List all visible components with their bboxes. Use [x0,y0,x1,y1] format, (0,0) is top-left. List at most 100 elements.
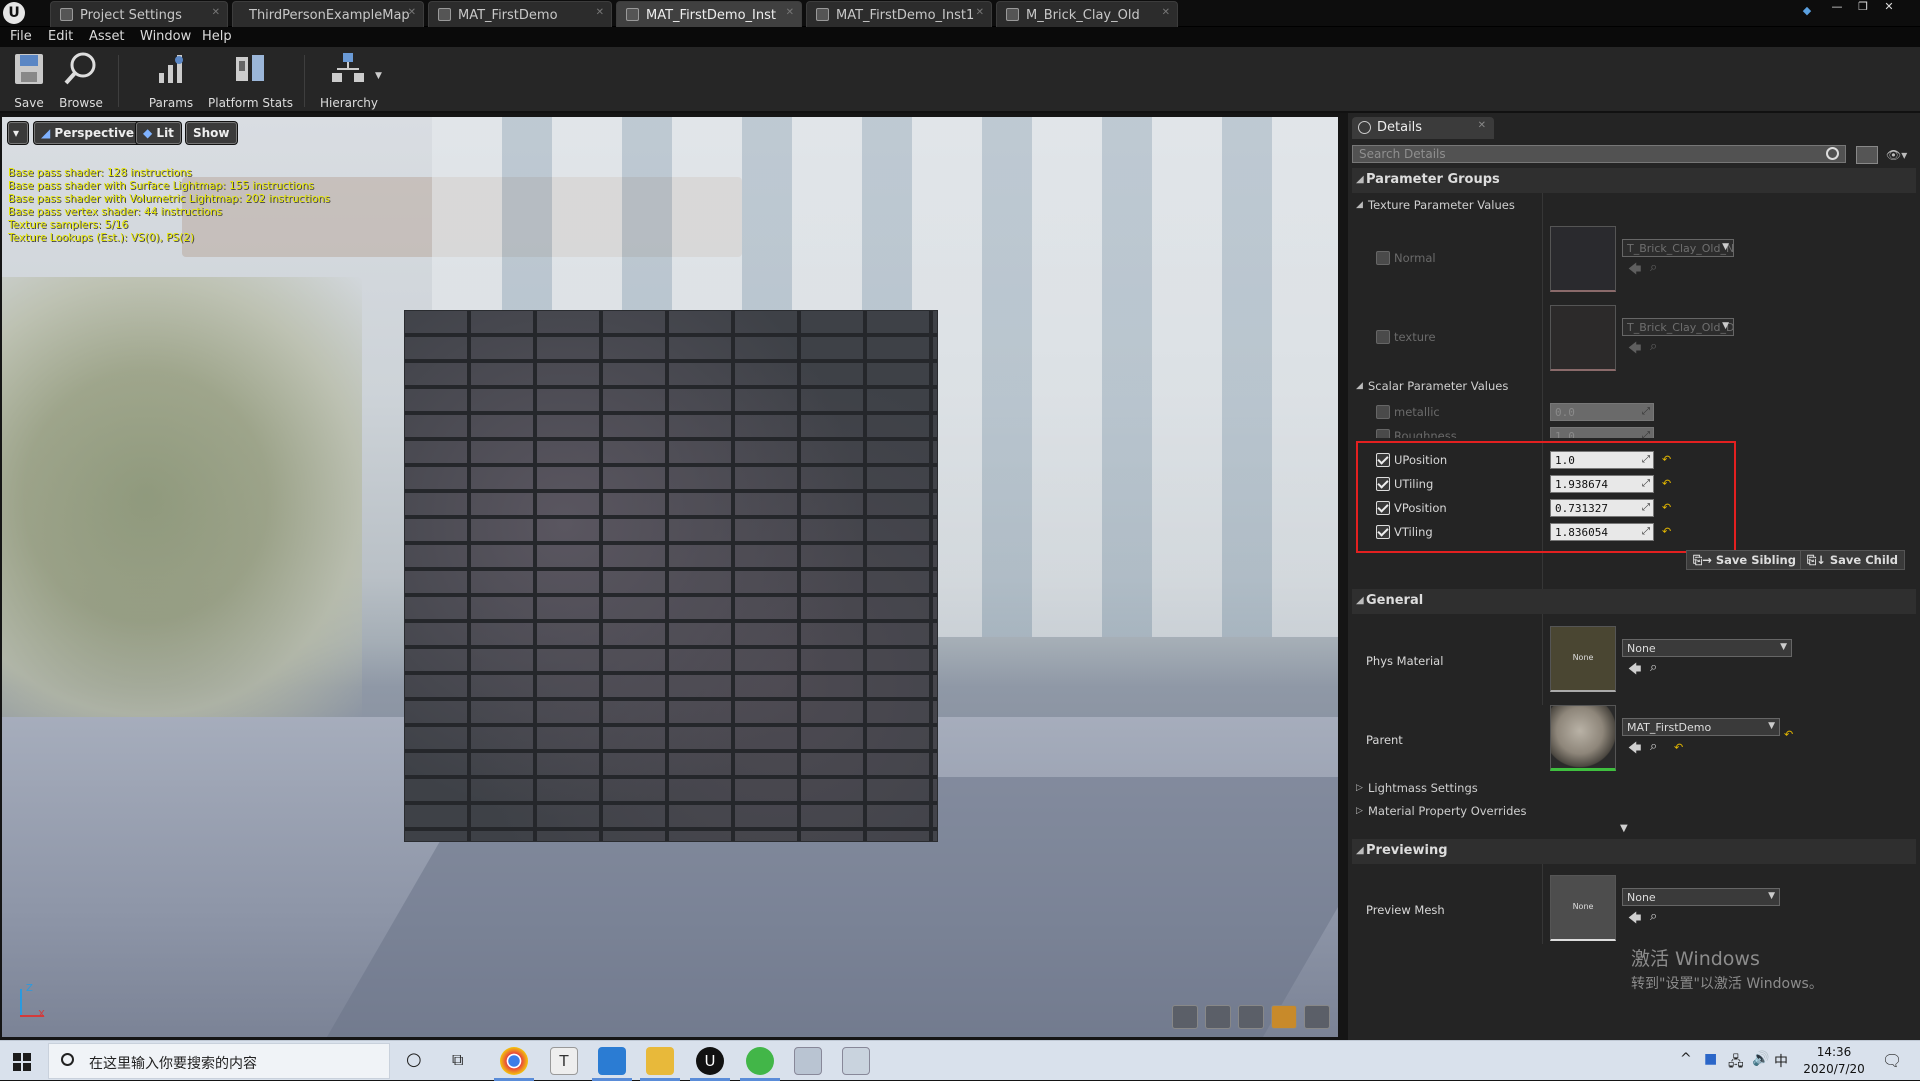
tab-mat-firstdemo[interactable]: MAT_FirstDemo ✕ [428,1,612,27]
close-icon[interactable]: ✕ [1162,7,1170,18]
texture-asset-combo[interactable]: T_Brick_Clay_Old_N ▼ [1622,239,1734,257]
feedback-icon[interactable]: ◆ [1796,4,1818,20]
taskbar-clock[interactable]: 14:36 2020/7/20 [1798,1044,1870,1078]
typora-app-icon[interactable]: T [550,1047,578,1075]
close-icon[interactable]: ✕ [596,7,604,18]
browse-asset-icon[interactable]: ⌕ [1650,660,1657,675]
menu-window[interactable]: Window [140,29,191,44]
parent-material-thumbnail[interactable] [1550,705,1616,771]
task-view-icon[interactable]: ⧉ [452,1050,463,1070]
texture-asset-combo[interactable]: T_Brick_Clay_Old_D ▼ [1622,318,1734,336]
texture-params-header[interactable]: ◢ Texture Parameter Values [1352,194,1916,216]
params-button[interactable]: Params [148,51,194,111]
menu-help[interactable]: Help [202,29,232,44]
details-tab[interactable]: Details ✕ [1352,117,1494,139]
browse-asset-icon[interactable]: ⌕ [1650,739,1657,754]
hierarchy-button[interactable]: Hierarchy [320,51,378,111]
chrome-app-icon[interactable] [494,1047,534,1081]
remote-desktop-app-icon[interactable] [842,1047,870,1075]
tab-mat-firstdemo-inst[interactable]: MAT_FirstDemo_Inst ✕ [616,1,802,27]
tab-mat-firstdemo-inst1[interactable]: MAT_FirstDemo_Inst1 ✕ [806,1,992,27]
lightmass-settings-header[interactable]: ▷ Lightmass Settings [1352,777,1916,799]
preview-mesh-thumbnail[interactable]: None [1550,875,1616,941]
use-selected-arrow-icon[interactable]: 🡄 [1628,260,1641,282]
notification-icon[interactable]: 🗨 [1882,1051,1902,1070]
override-checkbox[interactable] [1376,405,1390,419]
viewport-options-dropdown[interactable]: ▾ [8,122,28,144]
general-header[interactable]: ◢ General [1352,589,1916,614]
save-button[interactable]: Save [10,51,48,111]
override-checkbox[interactable] [1376,251,1390,265]
advanced-expand-icon[interactable]: ▼ [1620,823,1628,834]
unreal-engine-app-icon[interactable]: U [690,1047,730,1081]
show-hidden-icons-icon[interactable]: ^ [1680,1051,1692,1067]
maximize-button[interactable]: ❐ [1852,0,1874,16]
menu-edit[interactable]: Edit [48,29,73,44]
panel-splitter[interactable] [1338,113,1348,1040]
view-options-button[interactable] [1856,146,1878,164]
windows-start-icon[interactable] [13,1053,31,1071]
phys-material-thumbnail[interactable]: None [1550,626,1616,692]
perspective-button[interactable]: ◢ Perspective [34,122,142,144]
search-details-input[interactable]: Search Details [1352,145,1846,163]
browse-button[interactable]: Browse [58,51,104,111]
teapot-mesh-icon[interactable] [1304,1005,1330,1029]
save-child-button[interactable]: ⎘↓ Save Child [1800,550,1905,570]
plane-mesh-icon[interactable] [1237,1005,1264,1029]
browse-asset-icon[interactable]: ⌕ [1650,339,1657,354]
platform-stats-button[interactable]: Platform Stats [208,51,293,111]
browse-asset-icon[interactable]: ⌕ [1650,260,1657,275]
menu-file[interactable]: File [10,29,32,44]
windows-defender-icon[interactable]: ■ [1704,1051,1717,1067]
hierarchy-dropdown-icon[interactable]: ▼ [375,71,382,81]
cube-mesh-icon[interactable] [1270,1005,1297,1029]
close-window-button[interactable]: ✕ [1878,0,1900,16]
show-button[interactable]: Show [186,122,237,144]
browse-asset-icon[interactable]: ⌕ [1650,909,1657,924]
tab-third-person-map[interactable]: ThirdPersonExampleMap ✕ [232,1,424,27]
tab-m-brick-clay-old[interactable]: M_Brick_Clay_Old ✕ [996,1,1178,27]
cylinder-mesh-icon[interactable] [1171,1005,1198,1029]
minimize-button[interactable]: — [1826,0,1848,16]
phys-material-combo[interactable]: None ▼ [1622,639,1792,657]
scalar-params-header[interactable]: ◢ Scalar Parameter Values [1352,375,1916,397]
parent-material-combo[interactable]: MAT_FirstDemo ▼ [1622,718,1780,736]
wechat-app-icon[interactable] [740,1047,780,1081]
override-checkbox[interactable] [1376,429,1390,438]
file-explorer-icon[interactable] [640,1047,680,1081]
ime-indicator[interactable]: 中 [1774,1051,1788,1071]
lit-button[interactable]: ◆ Lit [136,122,181,144]
use-selected-arrow-icon[interactable]: 🡄 [1628,739,1641,761]
volume-icon[interactable]: 🔊 [1752,1051,1769,1067]
unreal-logo-icon[interactable]: U [3,2,25,24]
visibility-eye-icon[interactable]: 👁▾ [1886,148,1916,162]
use-selected-arrow-icon[interactable]: 🡄 [1628,909,1641,931]
cortana-icon[interactable]: ○ [406,1049,422,1070]
use-selected-arrow-icon[interactable]: 🡄 [1628,660,1641,682]
close-icon[interactable]: ✕ [212,7,220,18]
menu-asset[interactable]: Asset [89,29,125,44]
override-checkbox[interactable] [1376,330,1390,344]
network-icon[interactable]: 🖧 [1728,1051,1744,1075]
close-icon[interactable]: ✕ [786,7,794,18]
param-value-field[interactable]: 0.0 ⤢ [1550,403,1654,421]
close-icon[interactable]: ✕ [1478,120,1486,131]
close-icon[interactable]: ✕ [976,7,984,18]
taskbar-search-input[interactable]: 在这里输入你要搜索的内容 [48,1043,390,1079]
use-selected-arrow-icon[interactable]: 🡄 [1628,339,1641,361]
normal-texture-thumbnail[interactable] [1550,226,1616,292]
previewing-header[interactable]: ◢ Previewing [1352,839,1916,864]
preview-mesh-combo[interactable]: None ▼ [1622,888,1780,906]
sphere-mesh-icon[interactable] [1204,1005,1231,1029]
param-value-field[interactable]: 1.0 ⤢ [1550,427,1654,438]
material-property-overrides-header[interactable]: ▷ Material Property Overrides [1352,800,1916,822]
reset-to-default-icon[interactable]: ↶ [1674,741,1683,754]
vscode-app-icon[interactable] [592,1047,632,1081]
reset-to-default-icon[interactable]: ↶ [1784,728,1793,741]
parameter-groups-header[interactable]: ◢ Parameter Groups [1352,168,1916,193]
tab-project-settings[interactable]: Project Settings ✕ [50,1,228,27]
diffuse-texture-thumbnail[interactable] [1550,305,1616,371]
preview-viewport[interactable]: ▾ ◢ Perspective ◆ Lit Show Base pass sha… [2,117,1338,1037]
photos-app-icon[interactable] [794,1047,822,1075]
save-sibling-button[interactable]: ⎘→ Save Sibling [1686,550,1803,570]
